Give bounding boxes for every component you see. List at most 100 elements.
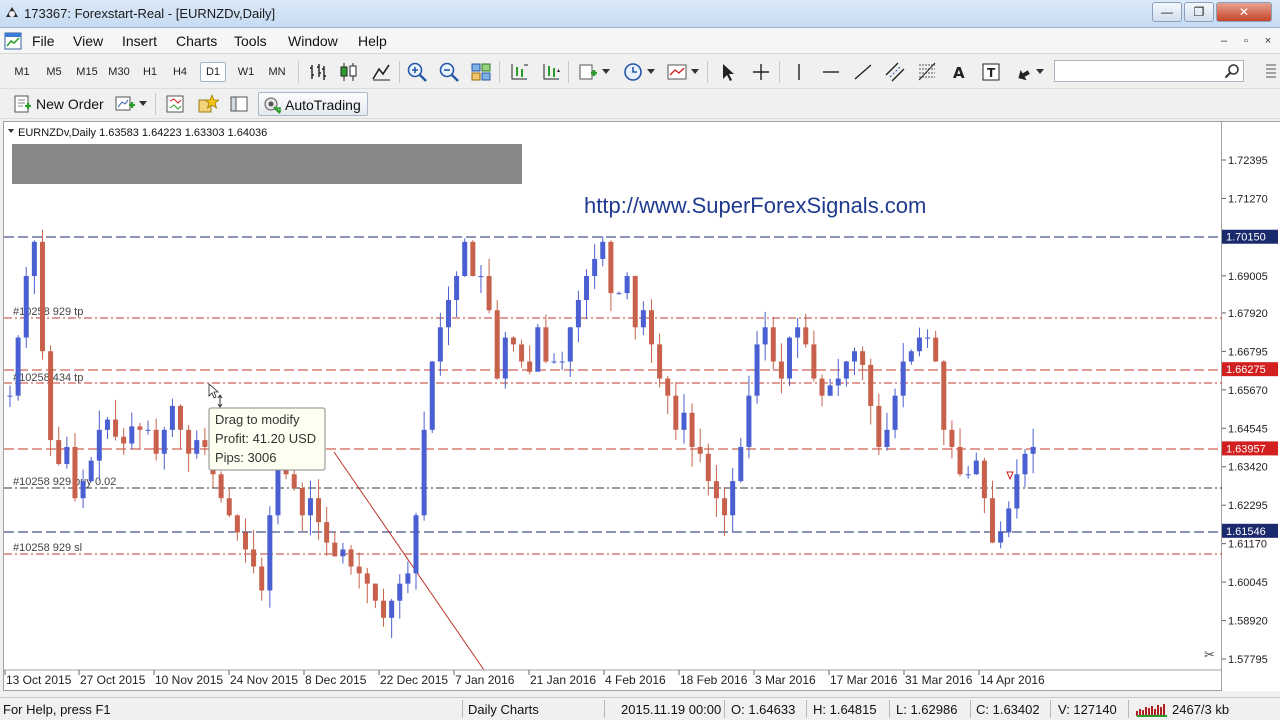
templates-icon[interactable] — [666, 61, 688, 83]
search-icon[interactable] — [1224, 63, 1240, 79]
vertical-line-icon[interactable] — [788, 61, 810, 83]
candle-body — [713, 481, 719, 499]
timeframe-w1[interactable]: W1 — [233, 62, 259, 82]
candle-body — [884, 429, 890, 447]
close-button[interactable]: ✕ — [1216, 2, 1272, 22]
bar-chart-icon[interactable] — [307, 61, 329, 83]
candle-body — [226, 498, 232, 516]
menu-charts[interactable]: Charts — [176, 33, 217, 49]
menu-help[interactable]: Help — [358, 33, 387, 49]
timeframe-m5[interactable]: M5 — [40, 62, 68, 82]
equidistant-channel-icon[interactable] — [884, 61, 906, 83]
maximize-button[interactable]: ❐ — [1184, 2, 1214, 22]
timeframe-m30[interactable]: M30 — [104, 62, 134, 82]
zoom-in-icon[interactable] — [406, 61, 428, 83]
candle-body — [88, 460, 94, 482]
chevron-down-icon[interactable] — [1036, 69, 1044, 75]
menu-window[interactable]: Window — [288, 33, 338, 49]
fibonacci-icon[interactable] — [916, 61, 938, 83]
candle-body — [916, 337, 922, 352]
tooltip-line: Profit: 41.20 USD — [215, 431, 316, 446]
status-volume: V: 127140 — [1058, 702, 1117, 717]
candle-body — [454, 276, 460, 300]
market-watch-icon[interactable] — [165, 94, 185, 114]
candle-body — [299, 487, 305, 516]
autotrading-label: AutoTrading — [285, 97, 361, 113]
price-axis[interactable]: 1.72395 1.71270 1.70150 1.69005 1.67920 1.667… — [1222, 121, 1280, 691]
timeframe-d1[interactable]: D1 — [200, 62, 226, 82]
candle-body — [291, 474, 297, 488]
candlestick-chart[interactable]: EURNZDv,Daily 1.63583 1.64223 1.63303 1.… — [4, 122, 1223, 692]
candle-body — [998, 532, 1004, 543]
connection-status-icon[interactable] — [1136, 703, 1168, 717]
candle-body — [413, 515, 419, 574]
tile-windows-icon[interactable] — [470, 61, 492, 83]
chart-menu-chevron-icon[interactable] — [8, 129, 14, 133]
candle-body — [405, 573, 411, 584]
candle-body — [316, 498, 322, 523]
date-axis-label: 17 Mar 2016 — [830, 673, 898, 687]
zoom-out-icon[interactable] — [438, 61, 460, 83]
chevron-down-icon[interactable] — [602, 69, 610, 75]
navigator-star-icon[interactable] — [197, 94, 219, 114]
price-tag-label: 1.70150 — [1226, 232, 1266, 244]
date-axis-label: 31 Mar 2016 — [905, 673, 973, 687]
toolbar-scroll-icon[interactable] — [1262, 60, 1280, 82]
status-divider — [806, 700, 807, 718]
price-axis-label: 1.69005 — [1228, 271, 1268, 283]
arrows-icon[interactable] — [1012, 61, 1034, 83]
new-order-icon[interactable] — [12, 94, 32, 114]
candle-body — [202, 440, 208, 447]
chevron-down-icon[interactable] — [691, 69, 699, 75]
chevron-down-icon[interactable] — [139, 101, 147, 107]
mdi-restore-button[interactable]: ▫ — [1238, 33, 1254, 49]
toolbar-separator — [499, 61, 500, 83]
minimize-button[interactable]: — — [1152, 2, 1182, 22]
candle-body — [478, 276, 484, 278]
indicators-icon[interactable] — [577, 61, 599, 83]
price-axis-label: 1.65670 — [1228, 385, 1268, 397]
menu-tools[interactable]: Tools — [234, 33, 267, 49]
chart-header: EURNZDv,Daily 1.63583 1.64223 1.63303 1.… — [18, 127, 267, 139]
menu-view[interactable]: View — [73, 33, 103, 49]
status-open: O: 1.64633 — [731, 702, 796, 717]
trendline-icon[interactable] — [852, 61, 874, 83]
cursor-icon[interactable] — [717, 61, 739, 83]
text-icon[interactable]: A — [948, 61, 970, 83]
mdi-minimize-button[interactable]: – — [1216, 33, 1232, 49]
candle-body — [795, 327, 801, 338]
menu-file[interactable]: File — [32, 33, 55, 49]
timeframe-m15[interactable]: M15 — [72, 62, 102, 82]
candle-body — [242, 532, 248, 550]
search-input[interactable] — [1055, 61, 1215, 81]
new-chart-icon[interactable] — [114, 94, 136, 114]
candle-body — [502, 337, 508, 379]
candle-body — [827, 385, 833, 396]
timeframe-mn[interactable]: MN — [263, 62, 291, 82]
periods-clock-icon[interactable] — [622, 61, 644, 83]
trendline[interactable] — [333, 451, 485, 671]
new-order-button[interactable]: New Order — [36, 92, 104, 116]
autotrading-button[interactable]: AutoTrading — [258, 92, 368, 116]
autoscroll-icon[interactable] — [540, 61, 562, 83]
timeframe-h4[interactable]: H4 — [168, 62, 192, 82]
status-high: H: 1.64815 — [813, 702, 877, 717]
timeframe-m1[interactable]: M1 — [8, 62, 36, 82]
timeframe-h1[interactable]: H1 — [138, 62, 162, 82]
chart-shift-icon[interactable] — [508, 61, 530, 83]
price-axis-label: 1.64545 — [1228, 423, 1268, 435]
menu-insert[interactable]: Insert — [122, 33, 157, 49]
chart-window-icon[interactable] — [4, 32, 22, 50]
horizontal-line-icon[interactable] — [820, 61, 842, 83]
chart-area[interactable]: EURNZDv,Daily 1.63583 1.64223 1.63303 1.… — [3, 121, 1223, 692]
candle-body — [462, 241, 468, 277]
candle-body — [307, 498, 313, 516]
text-label-icon[interactable]: T — [980, 61, 1002, 83]
crosshair-icon[interactable] — [750, 61, 772, 83]
mdi-close-button[interactable]: × — [1260, 33, 1276, 49]
line-chart-icon[interactable] — [370, 61, 392, 83]
candlestick-chart-icon[interactable] — [338, 61, 360, 83]
date-axis-label: 10 Nov 2015 — [155, 673, 223, 687]
chevron-down-icon[interactable] — [647, 69, 655, 75]
terminal-window-icon[interactable] — [229, 94, 249, 114]
